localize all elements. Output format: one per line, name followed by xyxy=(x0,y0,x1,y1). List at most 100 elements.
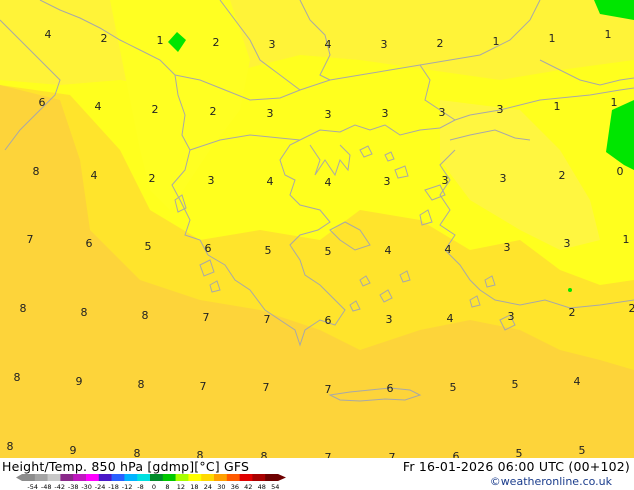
contour-value-label: 2 xyxy=(213,36,220,49)
colorbar-cell xyxy=(162,474,176,481)
contour-value-label: 6 xyxy=(453,450,460,458)
contour-value-label: 2 xyxy=(210,105,217,118)
colorbar-cell xyxy=(175,474,189,481)
contour-value-label: 1 xyxy=(623,233,630,246)
contour-value-label: 3 xyxy=(500,172,507,185)
colorbar-tick-label: -24 xyxy=(95,483,106,490)
colorbar-cell xyxy=(34,474,48,481)
contour-value-label: 3 xyxy=(208,174,215,187)
contour-value-label: 4 xyxy=(574,375,581,388)
colorbar-tick-label: -18 xyxy=(108,483,119,490)
contour-value-label: 5 xyxy=(145,240,152,253)
contour-value-label: 8 xyxy=(261,450,268,458)
contour-value-label: 8 xyxy=(197,449,204,458)
colorbar-tick-label: 54 xyxy=(271,483,279,490)
colorbar-cell xyxy=(201,474,215,481)
colorbar-ticks: -54 -48 -42 -38 -30 -24 -18 -12 -8 0 8 12 18 24 30 36 42… xyxy=(27,483,279,490)
colorbar-tick-label: -12 xyxy=(122,483,133,490)
contour-value-label: 4 xyxy=(45,28,52,41)
contour-value-label: 1 xyxy=(611,96,618,109)
cold-dot xyxy=(568,288,572,292)
contour-value-label: 4 xyxy=(95,100,102,113)
colorbar-tick-label: 42 xyxy=(244,483,252,490)
colorbar-tick-label: -30 xyxy=(81,483,92,490)
colorbar-tick-label: -54 xyxy=(27,483,38,490)
contour-value-label: 2 xyxy=(569,306,576,319)
contour-value-label: 8 xyxy=(142,309,149,322)
colorbar-tick-label: 12 xyxy=(177,483,185,490)
contour-value-label: 5 xyxy=(516,447,523,458)
contour-value-label: 7 xyxy=(203,311,210,324)
weather-map: 4 2 1 2 3 4 3 2 1 1 1 6 4 2 2 3 3 3 3 3 1 1 8 4 2 3 4 4 3 3 3 2 0 7 6 5 6 5 5 4… xyxy=(0,0,634,458)
contour-value-label: 9 xyxy=(76,375,83,388)
colorbar-tick-label: -38 xyxy=(68,483,79,490)
contour-value-label: 7 xyxy=(389,451,396,458)
contour-value-label: 6 xyxy=(39,96,46,109)
contour-value-label: 2 xyxy=(152,103,159,116)
contour-value-label: 3 xyxy=(381,38,388,51)
contour-value-label: 1 xyxy=(605,28,612,41)
contour-value-label: 4 xyxy=(445,243,452,256)
contour-value-label: 4 xyxy=(447,312,454,325)
contour-value-label: 8 xyxy=(134,447,141,458)
colorbar-cell xyxy=(137,474,151,481)
contour-value-label: 6 xyxy=(387,382,394,395)
colorbar-tick-label: 0 xyxy=(152,483,156,490)
colorbar-tick-label: 36 xyxy=(231,483,239,490)
contour-value-label: 2 xyxy=(437,37,444,50)
contour-value-label: 3 xyxy=(564,237,571,250)
colorbar-right-arrow xyxy=(278,474,286,481)
contour-value-label: 6 xyxy=(205,242,212,255)
colorbar-cell xyxy=(22,474,36,481)
contour-value-label: 4 xyxy=(325,38,332,51)
colorbar-tick-label: 48 xyxy=(258,483,266,490)
contour-value-label: 3 xyxy=(508,310,515,323)
colorbar-cell xyxy=(265,474,279,481)
contour-value-label: 3 xyxy=(384,175,391,188)
contour-value-label: 5 xyxy=(450,381,457,394)
colorbar-cell xyxy=(47,474,61,481)
contour-value-label: 7 xyxy=(325,451,332,458)
contour-value-label: 9 xyxy=(70,444,77,457)
credit-link[interactable]: ©weatheronline.co.uk xyxy=(490,475,612,488)
colorbar-cell xyxy=(73,474,87,481)
contour-value-label: 8 xyxy=(138,378,145,391)
colorbar-cell xyxy=(239,474,253,481)
contour-value-label: 5 xyxy=(325,245,332,258)
colorbar-cell xyxy=(188,474,202,481)
contour-value-label: 7 xyxy=(27,233,34,246)
contour-value-label: 1 xyxy=(554,100,561,113)
contour-value-label: 3 xyxy=(269,38,276,51)
contour-value-label: 0 xyxy=(617,165,624,178)
colorbar-tick-label: 8 xyxy=(165,483,169,490)
contour-value-label: 3 xyxy=(439,106,446,119)
contour-value-label: 4 xyxy=(267,175,274,188)
contour-value-label: 8 xyxy=(81,306,88,319)
map-viewer: 4212343211164223333311842344333207656554… xyxy=(0,0,634,490)
colorbar-cell xyxy=(252,474,266,481)
contour-value-label: 7 xyxy=(263,381,270,394)
colorbar-cell xyxy=(60,474,74,481)
contour-value-label: 8 xyxy=(7,440,14,453)
contour-value-label: 6 xyxy=(86,237,93,250)
contour-value-label: 1 xyxy=(157,34,164,47)
colorbar-tick-label: 30 xyxy=(217,483,225,490)
contour-value-label: 6 xyxy=(325,314,332,327)
contour-value-label: 7 xyxy=(200,380,207,393)
contour-value-label: 2 xyxy=(101,32,108,45)
contour-value-label: 5 xyxy=(512,378,519,391)
contour-value-label: 2 xyxy=(149,172,156,185)
contour-value-label: 4 xyxy=(385,244,392,257)
colorbar-cells xyxy=(16,474,286,481)
temperature-colorbar: -54 -48 -42 -38 -30 -24 -18 -12 -8 0 8 12 18 24 30 36 42… xyxy=(16,474,286,490)
colorbar-tick-label: -8 xyxy=(137,483,143,490)
contour-value-label: 4 xyxy=(91,169,98,182)
map-footer: Height/Temp. 850 hPa [gdmp][°C] GFS Fr 1… xyxy=(0,458,634,490)
contour-value-label: 3 xyxy=(504,241,511,254)
contour-value-label: 3 xyxy=(325,108,332,121)
contour-value-label: 7 xyxy=(325,383,332,396)
contour-value-label: 1 xyxy=(549,32,556,45)
colorbar-cell xyxy=(98,474,112,481)
colorbar-left-arrow xyxy=(16,474,22,481)
contour-value-label: 4 xyxy=(325,176,332,189)
